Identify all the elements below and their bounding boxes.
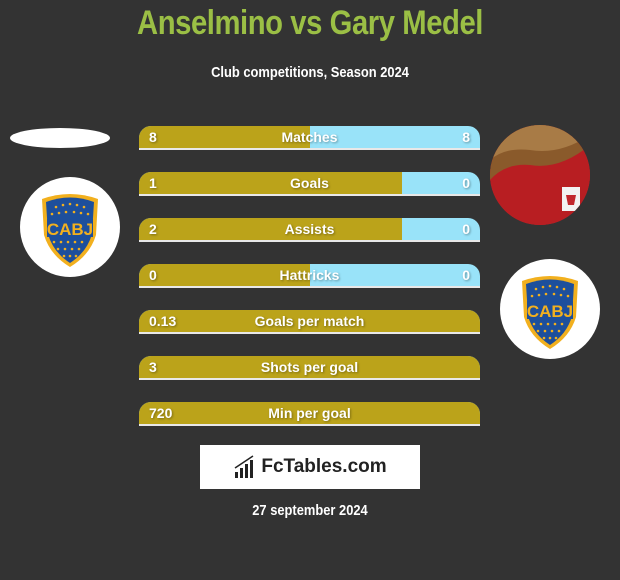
page-subtitle: Club competitions, Season 2024 bbox=[211, 64, 409, 81]
stat-label: Min per goal bbox=[268, 405, 351, 421]
stat-label: Goals bbox=[290, 175, 329, 191]
stat-row-hattricks: 0 Hattricks 0 bbox=[139, 264, 480, 288]
stat-label: Goals per match bbox=[254, 313, 365, 329]
brand-name: FcTables.com bbox=[261, 456, 387, 477]
stat-row-assists: 2 Assists 0 bbox=[139, 218, 480, 242]
left-player-placeholder bbox=[10, 128, 110, 148]
stat-row-goals: 1 Goals 0 bbox=[139, 172, 480, 196]
svg-text:CABJ: CABJ bbox=[527, 302, 573, 321]
page-title: Anselmino vs Gary Medel bbox=[137, 4, 483, 42]
date-label: 27 september 2024 bbox=[252, 502, 368, 519]
right-value: 0 bbox=[462, 221, 470, 237]
stat-label: Matches bbox=[281, 129, 338, 145]
stat-row-matches: 8 Matches 8 bbox=[139, 126, 480, 150]
svg-text:CABJ: CABJ bbox=[47, 220, 93, 239]
stat-label: Shots per goal bbox=[260, 359, 359, 375]
right-value: 0 bbox=[462, 267, 470, 283]
fctables-logo[interactable]: FcTables.com bbox=[200, 445, 420, 489]
bar-chart-icon bbox=[234, 455, 254, 478]
player-photo-icon bbox=[490, 125, 590, 225]
stat-row-goals-per-match: 0.13 Goals per match bbox=[139, 310, 480, 334]
stat-row-shots-per-goal: 3 Shots per goal bbox=[139, 356, 480, 380]
left-club-badge: CABJ bbox=[20, 177, 120, 277]
right-player-photo bbox=[490, 125, 590, 225]
right-club-badge: CABJ bbox=[500, 259, 600, 359]
right-value: 0 bbox=[462, 175, 470, 191]
stat-label: Assists bbox=[284, 221, 335, 237]
stat-label: Hattricks bbox=[279, 267, 340, 283]
boca-juniors-crest-icon: CABJ bbox=[42, 194, 98, 267]
boca-juniors-crest-icon: CABJ bbox=[522, 276, 578, 349]
right-value: 8 bbox=[462, 129, 470, 145]
stat-row-min-per-goal: 720 Min per goal bbox=[139, 402, 480, 426]
